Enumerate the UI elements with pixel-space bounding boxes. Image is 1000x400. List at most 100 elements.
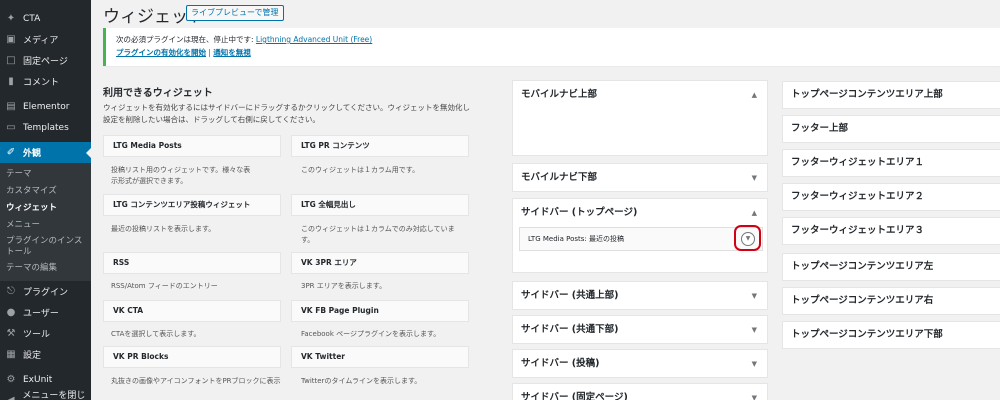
collapse-arrow-icon[interactable]: ▲ bbox=[752, 81, 757, 109]
area-sidebar-page: サイドバー (固定ページ) ▼ bbox=[512, 383, 768, 400]
widget-ltg-full-width-heading[interactable]: LTG 全幅見出し bbox=[291, 194, 469, 216]
expand-arrow-icon[interactable]: ▼ bbox=[752, 282, 757, 310]
collapse-icon: ◀ bbox=[6, 394, 15, 400]
gear-icon: ⚙ bbox=[6, 373, 16, 385]
admin-sidebar: ✦ CTA ▣ メディア □ 固定ページ ▮ コメント ▤ Elementor ▭ Temp… bbox=[0, 0, 91, 400]
area-mobile-nav-top: モバイルナビ上部 ▲ bbox=[512, 80, 768, 156]
menu-label: メディア bbox=[23, 36, 59, 46]
submenu-item-install-plugins[interactable]: プラグインのインストール bbox=[0, 234, 91, 260]
main-content: ウィジェット ライブプレビューで管理 次の必須プラグインは現在、停止中です: L… bbox=[91, 0, 1000, 400]
area-header[interactable]: サイドバー (トップページ) ▲ bbox=[513, 199, 767, 227]
submenu-item-menus[interactable]: メニュー bbox=[0, 217, 91, 234]
menu-item-cta[interactable]: ✦ CTA bbox=[0, 8, 91, 29]
menu-item-users[interactable]: ● ユーザー bbox=[0, 302, 91, 323]
menu-item-comments[interactable]: ▮ コメント bbox=[0, 71, 91, 92]
area-header[interactable]: モバイルナビ上部 ▲ bbox=[513, 81, 767, 109]
collapse-arrow-icon[interactable]: ▲ bbox=[752, 199, 757, 227]
area-header[interactable]: サイドバー (投稿) ▼ bbox=[513, 350, 767, 378]
area-footer-top[interactable]: フッター上部 bbox=[782, 115, 1000, 143]
menu-label: プラグイン bbox=[23, 288, 69, 298]
area-title: モバイルナビ上部 bbox=[521, 89, 598, 100]
area-sidebar-top-page: サイドバー (トップページ) ▲ LTG Media Posts: 最近の投稿 ▼ bbox=[512, 198, 768, 273]
widget-description: 丸抜きの画像やアイコンフォントをPRブロックに表示 bbox=[111, 377, 281, 385]
area-header[interactable]: サイドバー (共通上部) ▼ bbox=[513, 282, 767, 310]
widget-vk-fb-page-plugin[interactable]: VK FB Page Plugin bbox=[291, 300, 469, 322]
expand-arrow-icon[interactable]: ▼ bbox=[752, 384, 757, 400]
live-preview-button[interactable]: ライブプレビューで管理 bbox=[186, 5, 284, 21]
area-header[interactable]: サイドバー (固定ページ) ▼ bbox=[513, 384, 767, 400]
widget-vk-twitter[interactable]: VK Twitter bbox=[291, 346, 469, 368]
area-top-content-right[interactable]: トップページコンテンツエリア右 bbox=[782, 287, 1000, 315]
menu-item-pages[interactable]: □ 固定ページ bbox=[0, 50, 91, 71]
media-icon: ▣ bbox=[6, 33, 16, 45]
menu-item-posts-partial[interactable] bbox=[0, 0, 91, 8]
area-footer-widget-2[interactable]: フッターウィジェットエリア２ bbox=[782, 183, 1000, 211]
menu-label: 設定 bbox=[23, 351, 42, 361]
submenu-item-theme-editor[interactable]: テーマの編集 bbox=[0, 260, 91, 277]
widget-vk-3pr-area[interactable]: VK 3PR エリア bbox=[291, 252, 469, 274]
comment-icon: ▮ bbox=[8, 75, 14, 87]
menu-item-media[interactable]: ▣ メディア bbox=[0, 29, 91, 50]
expand-arrow-icon[interactable]: ▼ bbox=[752, 164, 757, 192]
menu-label: Templates bbox=[23, 122, 69, 133]
menu-item-templates[interactable]: ▭ Templates bbox=[0, 117, 91, 138]
area-header[interactable]: モバイルナビ下部 ▼ bbox=[513, 164, 767, 192]
menu-item-settings[interactable]: ▦ 設定 bbox=[0, 344, 91, 365]
menu-label: ユーザー bbox=[23, 309, 59, 319]
submenu-item-themes[interactable]: テーマ bbox=[0, 166, 91, 183]
menu-label: ツール bbox=[23, 330, 51, 340]
available-widgets-description: ウィジェットを有効化するにはサイドバーにドラッグするかクリックしてください。ウィ… bbox=[103, 103, 471, 124]
page-icon: □ bbox=[6, 54, 16, 66]
area-top-content-top[interactable]: トップページコンテンツエリア上部 bbox=[782, 81, 1000, 109]
appearance-submenu: テーマ カスタマイズ ウィジェット メニュー プラグインのインストール テーマの… bbox=[0, 163, 91, 281]
widget-expand-icon[interactable]: ▼ bbox=[741, 232, 755, 246]
widget-description: 投稿リスト用のウィジェットです。様々な表示形式が選択できます。 bbox=[111, 166, 251, 185]
activate-plugin-link[interactable]: プラグインの有効化を開始 bbox=[116, 48, 206, 57]
settings-icon: ▦ bbox=[6, 348, 16, 360]
expand-arrow-icon[interactable]: ▼ bbox=[752, 350, 757, 378]
area-sidebar-common-top: サイドバー (共通上部) ▼ bbox=[512, 281, 768, 310]
widget-description: このウィジェットは１カラム用です。 bbox=[301, 166, 420, 174]
placed-widget-title: LTG Media Posts: 最近の投稿 bbox=[528, 235, 624, 243]
menu-item-tools[interactable]: ⚒ ツール bbox=[0, 323, 91, 344]
area-top-content-bottom[interactable]: トップページコンテンツエリア下部 bbox=[782, 321, 1000, 349]
required-plugin-link[interactable]: Ligthning Advanced Unit (Free) bbox=[256, 35, 372, 44]
widget-ltg-content-area-posts[interactable]: LTG コンテンツエリア投稿ウィジェット bbox=[103, 194, 281, 216]
dismiss-notice-link[interactable]: 通知を無視 bbox=[213, 48, 251, 57]
submenu-item-widgets[interactable]: ウィジェット bbox=[0, 200, 91, 217]
wrench-icon: ⚒ bbox=[6, 327, 16, 339]
area-top-content-left[interactable]: トップページコンテンツエリア左 bbox=[782, 253, 1000, 281]
pin-icon: ✦ bbox=[6, 12, 16, 24]
paintbrush-icon: ✐ bbox=[6, 146, 16, 158]
menu-item-appearance[interactable]: ✐ 外観 bbox=[0, 142, 91, 163]
widget-vk-cta[interactable]: VK CTA bbox=[103, 300, 281, 322]
placed-widget-ltg-media-posts[interactable]: LTG Media Posts: 最近の投稿 ▼ bbox=[519, 225, 763, 251]
available-widgets-title: 利用できるウィジェット bbox=[103, 88, 213, 99]
notice-line: 次の必須プラグインは現在、停止中です: Ligthning Advanced U… bbox=[116, 34, 990, 46]
widget-ltg-pr-content[interactable]: LTG PR コンテンツ bbox=[291, 135, 469, 157]
menu-label: Elementor bbox=[23, 101, 70, 112]
area-footer-widget-1[interactable]: フッターウィジェットエリア１ bbox=[782, 149, 1000, 177]
widget-rss[interactable]: RSS bbox=[103, 252, 281, 274]
widget-description: RSS/Atom フィードのエントリー bbox=[111, 282, 218, 290]
plugin-icon: ⎋ bbox=[7, 285, 15, 297]
expand-arrow-icon[interactable]: ▼ bbox=[752, 316, 757, 344]
widget-ltg-media-posts[interactable]: LTG Media Posts bbox=[103, 135, 281, 157]
menu-item-elementor[interactable]: ▤ Elementor bbox=[0, 96, 91, 117]
menu-label: メニューを閉じる bbox=[22, 390, 86, 400]
area-title: サイドバー (共通下部) bbox=[521, 324, 619, 335]
menu-item-plugins[interactable]: ⎋ プラグイン bbox=[0, 281, 91, 302]
area-mobile-nav-bottom: モバイルナビ下部 ▼ bbox=[512, 163, 768, 192]
area-title: モバイルナビ下部 bbox=[521, 172, 598, 183]
plugin-notice: 次の必須プラグインは現在、停止中です: Ligthning Advanced U… bbox=[103, 28, 1000, 66]
widget-vk-pr-blocks[interactable]: VK PR Blocks bbox=[103, 346, 281, 368]
widget-description: 3PR エリアを表示します。 bbox=[301, 282, 387, 290]
area-footer-widget-3[interactable]: フッターウィジェットエリア３ bbox=[782, 217, 1000, 245]
menu-item-collapse[interactable]: ◀ メニューを閉じる bbox=[0, 390, 91, 400]
menu-label: ExUnit bbox=[23, 374, 53, 385]
widget-description: Facebook ページプラグインを表示します。 bbox=[301, 330, 441, 338]
widget-description: このウィジェットは１カラムでのみ対応しています。 bbox=[301, 225, 455, 244]
submenu-item-customize[interactable]: カスタマイズ bbox=[0, 183, 91, 200]
menu-label: コメント bbox=[23, 78, 60, 88]
area-header[interactable]: サイドバー (共通下部) ▼ bbox=[513, 316, 767, 344]
